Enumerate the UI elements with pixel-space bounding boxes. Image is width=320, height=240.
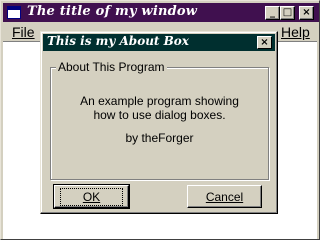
about-dialog: This is my About Box × About This Progra… (40, 31, 278, 214)
cancel-button[interactable]: Cancel (187, 185, 262, 208)
ok-button[interactable]: OK (53, 184, 130, 209)
dialog-titlebar[interactable]: This is my About Box × (43, 34, 275, 51)
groupbox-label: About This Program (56, 60, 167, 74)
window-app-icon[interactable] (7, 6, 21, 19)
cancel-button-label: Cancel (205, 189, 244, 204)
dialog-close-button[interactable]: × (257, 36, 272, 49)
ok-button-label: OK (59, 187, 124, 206)
author-text: by theForger (125, 131, 194, 145)
about-groupbox: About This Program An example program sh… (50, 60, 269, 180)
close-button[interactable]: × (299, 6, 314, 20)
description-line-1: An example program showing (80, 94, 239, 108)
description-line-2: how to use dialog boxes. (93, 108, 226, 122)
main-window-title: The title of my window (27, 4, 198, 19)
minimize-button[interactable]: _ (265, 6, 280, 20)
menu-help[interactable]: Help (281, 24, 310, 40)
dialog-title: This is my About Box (47, 34, 189, 48)
maximize-button[interactable]: □ (280, 6, 295, 20)
menu-file[interactable]: File (12, 24, 35, 40)
main-titlebar[interactable]: The title of my window _ □ × (3, 3, 319, 22)
